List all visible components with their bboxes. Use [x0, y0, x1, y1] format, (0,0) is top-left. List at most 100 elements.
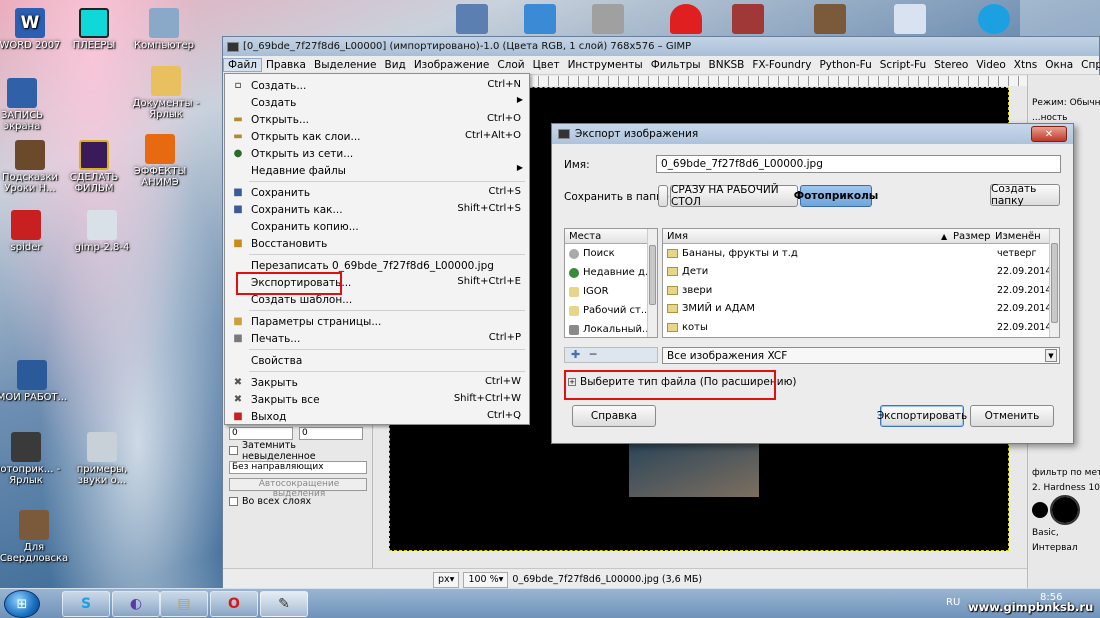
- desktop-icon-film[interactable]: СДЕЛАТЬ ФИЛЬМ: [58, 140, 130, 194]
- menu-bnksb[interactable]: BNKSB: [705, 59, 749, 71]
- cancel-button[interactable]: Отменить: [970, 405, 1054, 427]
- brush-large-icon[interactable]: [1050, 495, 1080, 525]
- menu-item-save[interactable]: ■ Сохранить Ctrl+S: [225, 184, 529, 201]
- file-list-scrollbar[interactable]: [1049, 229, 1059, 337]
- menu-item-properties[interactable]: Свойства: [225, 352, 529, 369]
- position-x-field[interactable]: 0: [229, 427, 293, 440]
- menu-item-print[interactable]: ■ Печать... Ctrl+P: [225, 330, 529, 347]
- place-search[interactable]: Поиск: [565, 244, 657, 263]
- file-row[interactable]: Дети 22.09.2014: [663, 263, 1059, 282]
- menu-tools[interactable]: Инструменты: [564, 59, 647, 71]
- menu-xtns[interactable]: Xtns: [1010, 59, 1041, 71]
- desktop-icon-gimp[interactable]: gimp-2.8-4: [66, 210, 138, 253]
- dialog-close-button[interactable]: ✕: [1031, 126, 1067, 142]
- menu-select[interactable]: Выделение: [310, 59, 381, 71]
- menu-color[interactable]: Цвет: [529, 59, 564, 71]
- crumb-desktop-button[interactable]: СРАЗУ НА РАБОЧИЙ СТОЛ: [670, 184, 798, 208]
- menu-item-page-setup[interactable]: ■ Параметры страницы...: [225, 313, 529, 330]
- export-dialog-titlebar[interactable]: Экспорт изображения: [552, 124, 1073, 144]
- file-row[interactable]: звери 22.09.2014: [663, 281, 1059, 300]
- desktop-icon-word[interactable]: W WORD 2007: [0, 8, 66, 51]
- desktop-icon-computer[interactable]: Компьютер: [128, 8, 200, 51]
- position-y-field[interactable]: 0: [299, 427, 363, 440]
- menu-item-create[interactable]: Создать ▶: [225, 94, 529, 111]
- file-row[interactable]: ЗМИЙ и АДАМ 22.09.2014: [663, 300, 1059, 319]
- menu-python-fu[interactable]: Python-Fu: [815, 59, 875, 71]
- column-size[interactable]: Размер: [953, 231, 991, 242]
- menu-filters[interactable]: Фильтры: [647, 59, 705, 71]
- desktop-icon-top-3[interactable]: [592, 4, 624, 34]
- menu-item-overwrite[interactable]: Перезаписать 0_69bde_7f27f8d6_L00000.jpg: [225, 257, 529, 274]
- unit-select[interactable]: px ▾: [433, 571, 460, 588]
- taskbar-skype[interactable]: S: [62, 591, 110, 617]
- create-folder-button[interactable]: Создать папку: [990, 183, 1060, 207]
- desktop-icon-anime[interactable]: ЭФФЕКТЫ АНИМЭ: [124, 134, 196, 188]
- places-header[interactable]: Места: [565, 229, 657, 244]
- menu-fx-foundry[interactable]: FX-Foundry: [748, 59, 815, 71]
- horizontal-ruler[interactable]: [529, 76, 1029, 86]
- desktop-icon-top-5[interactable]: [732, 4, 764, 34]
- gimp-titlebar[interactable]: [0_69bde_7f27f8d6_L00000] (импортировано…: [223, 37, 1099, 56]
- crumb-photo-jokes-button[interactable]: Фотоприколы: [794, 185, 878, 207]
- column-modified[interactable]: Изменён: [995, 231, 1041, 242]
- taskbar-explorer[interactable]: ▤: [160, 591, 208, 617]
- desktop-icon-top-6[interactable]: [814, 4, 846, 34]
- guides-select[interactable]: Без направляющих: [229, 461, 367, 474]
- desktop-icon-sverdlovsk[interactable]: Для Свердловска: [0, 510, 70, 564]
- desktop-icon-top-7[interactable]: [894, 4, 926, 34]
- skype-icon[interactable]: [978, 4, 1010, 34]
- file-type-expander[interactable]: + Выберите тип файла (По расширению): [568, 376, 797, 388]
- help-button[interactable]: Справка: [572, 405, 656, 427]
- menu-image[interactable]: Изображение: [410, 59, 494, 71]
- place-recent[interactable]: Недавние д...: [565, 263, 657, 282]
- menu-item-open[interactable]: ▬ Открыть... Ctrl+O: [225, 111, 529, 128]
- menu-item-quit[interactable]: ■ Выход Ctrl+Q: [225, 408, 529, 425]
- desktop-icon-sounds[interactable]: примеры, звуки о...: [66, 432, 138, 486]
- menu-script-fu[interactable]: Script-Fu: [876, 59, 930, 71]
- file-row[interactable]: коты 22.09.2014: [663, 318, 1059, 337]
- menu-item-close-all[interactable]: ✖ Закрыть все Shift+Ctrl+W: [225, 391, 529, 408]
- filename-input[interactable]: 0_69bde_7f27f8d6_L00000.jpg: [656, 155, 1061, 173]
- zoom-select[interactable]: 100 % ▾: [463, 571, 509, 588]
- tray-language[interactable]: RU: [946, 597, 960, 608]
- menu-view[interactable]: Вид: [381, 59, 410, 71]
- desktop-icon-top-2[interactable]: [524, 4, 556, 34]
- menu-stereo[interactable]: Stereo: [930, 59, 972, 71]
- dock-interval[interactable]: Интервал: [1028, 540, 1100, 555]
- path-back-button[interactable]: [658, 185, 668, 207]
- file-filter-select[interactable]: Все изображения XCF ▼: [662, 347, 1060, 364]
- place-local-disk[interactable]: Локальный...: [565, 320, 657, 337]
- menu-layer[interactable]: Слой: [493, 59, 528, 71]
- place-igor[interactable]: IGOR: [565, 282, 657, 301]
- shade-checkbox[interactable]: [229, 446, 238, 455]
- places-scroll-thumb[interactable]: [649, 245, 656, 305]
- menu-help[interactable]: Справка: [1077, 59, 1100, 71]
- menu-item-create-template[interactable]: Создать шаблон...: [225, 291, 529, 308]
- places-scrollbar[interactable]: [647, 229, 657, 337]
- add-bookmark-icon[interactable]: ✚: [571, 348, 580, 361]
- menu-item-open-location[interactable]: ● Открыть из сети...: [225, 145, 529, 162]
- menu-item-new[interactable]: ▫ Создать... Ctrl+N: [225, 77, 529, 94]
- menu-video[interactable]: Video: [972, 59, 1009, 71]
- dock-mode[interactable]: Режим: Обычный: [1028, 95, 1100, 110]
- taskbar-opera[interactable]: O: [210, 591, 258, 617]
- desktop-icon-my-works[interactable]: МОИ РАБОТ...: [0, 360, 68, 403]
- file-row[interactable]: Бананы, фрукты и т.д четверг: [663, 244, 1059, 263]
- menu-windows[interactable]: Окна: [1041, 59, 1077, 71]
- taskbar-gimp[interactable]: ✎: [260, 591, 308, 617]
- dock-filter[interactable]: фильтр по метка: [1028, 465, 1100, 480]
- desktop-icon-recording[interactable]: ЗАПИСЬ экрана: [0, 78, 58, 132]
- menu-item-save-as[interactable]: ■ Сохранить как... Shift+Ctrl+S: [225, 201, 529, 218]
- menu-item-save-copy[interactable]: Сохранить копию...: [225, 218, 529, 235]
- desktop-icon-top-1[interactable]: [456, 4, 488, 34]
- desktop-icon-spider[interactable]: spider: [0, 210, 62, 253]
- taskbar-app-2[interactable]: ◐: [112, 591, 160, 617]
- shade-row[interactable]: Затемнить невыделенное: [223, 440, 372, 462]
- desktop-icon-photo-jokes[interactable]: Фотоприк... - Ярлык: [0, 432, 62, 486]
- file-list-scroll-thumb[interactable]: [1051, 243, 1058, 323]
- menu-edit[interactable]: Правка: [262, 59, 310, 71]
- all-layers-checkbox[interactable]: [229, 497, 238, 506]
- column-name[interactable]: Имя: [667, 231, 688, 242]
- menu-item-revert[interactable]: ■ Восстановить: [225, 235, 529, 252]
- remove-bookmark-icon[interactable]: ━: [590, 348, 597, 361]
